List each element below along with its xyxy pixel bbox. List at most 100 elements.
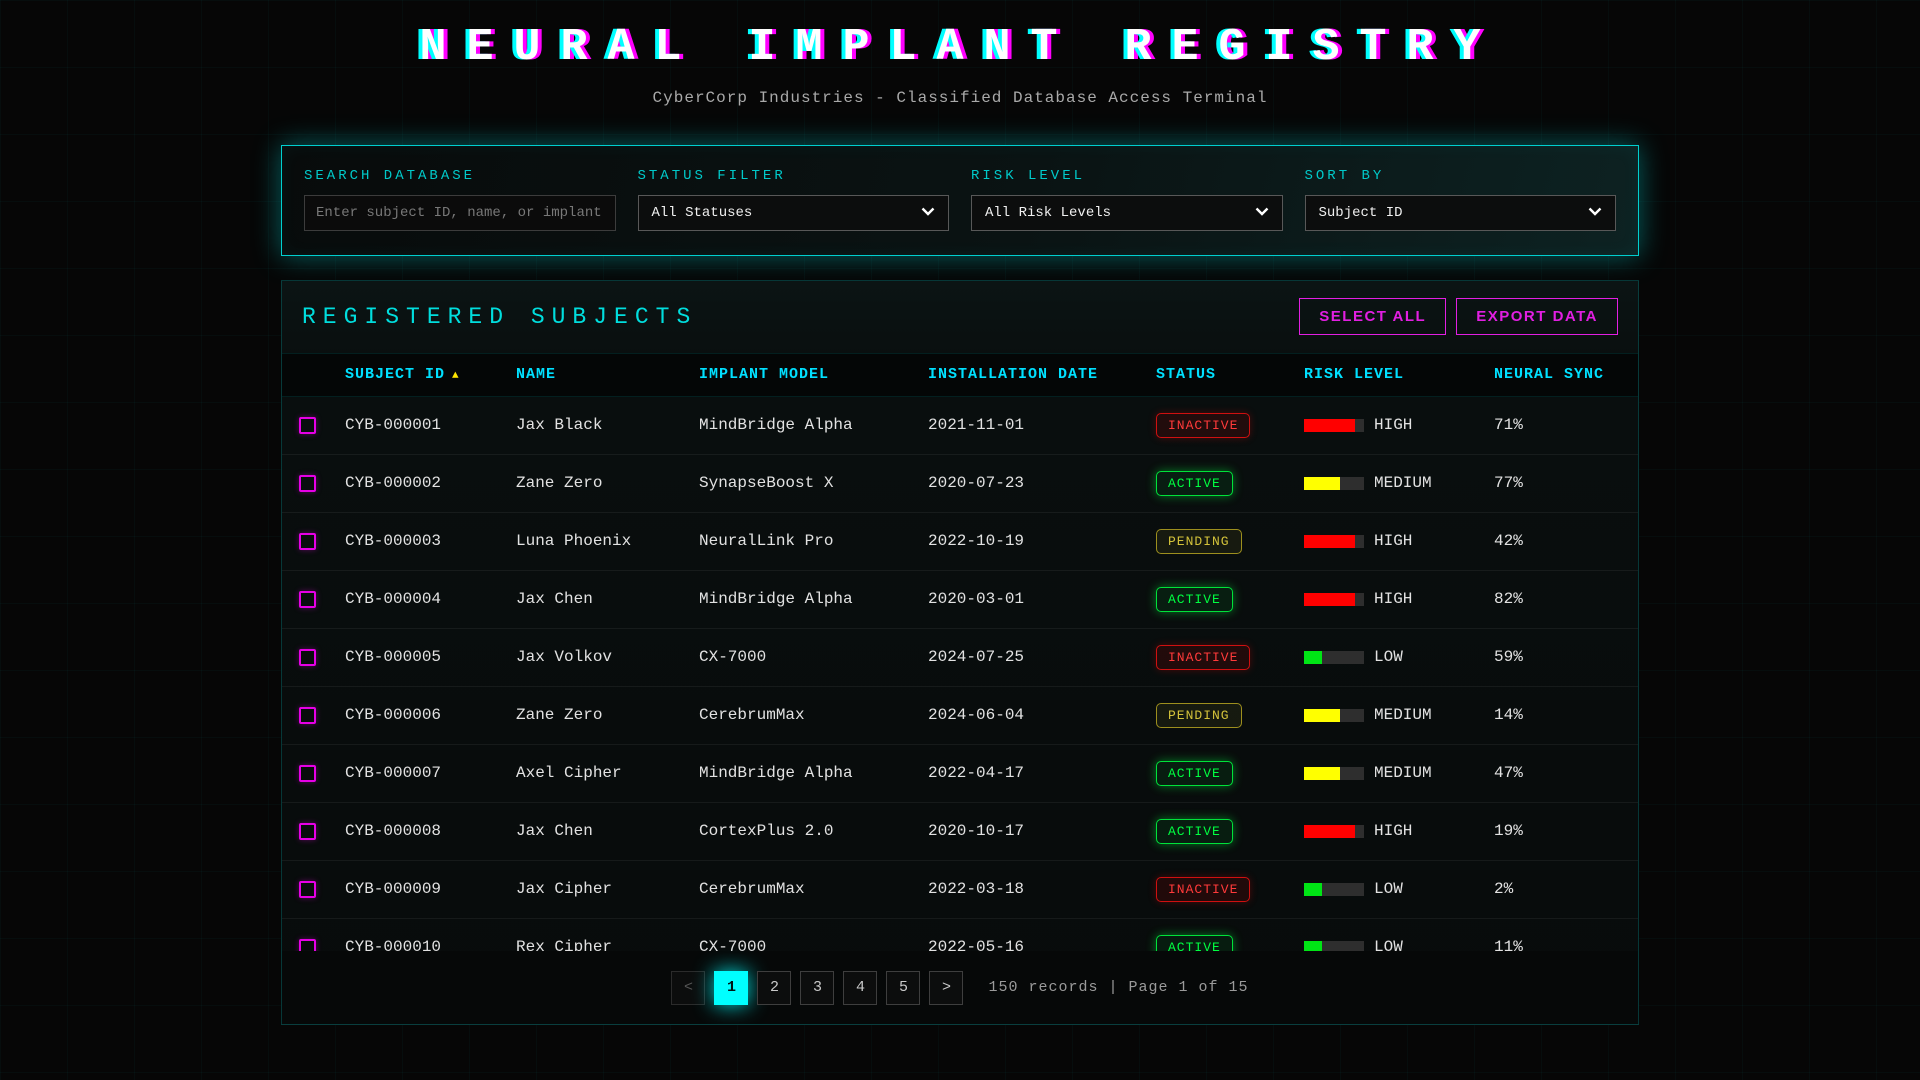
select-all-button[interactable]: SELECT ALL bbox=[1299, 298, 1446, 335]
status-badge: INACTIVE bbox=[1156, 877, 1250, 902]
page-buttons: 12345 bbox=[714, 971, 920, 1005]
cell-installation-date: 2024-06-04 bbox=[928, 706, 1156, 724]
risk-bar-fill bbox=[1304, 883, 1322, 896]
column-header-risk-level[interactable]: RISK LEVEL bbox=[1304, 366, 1494, 383]
cell-name: Jax Chen bbox=[516, 590, 699, 608]
status-filter-value: All Statuses bbox=[652, 205, 753, 221]
chevron-down-icon bbox=[1255, 205, 1269, 221]
cell-risk-level: HIGH bbox=[1304, 532, 1494, 550]
cell-implant-model: CerebrumMax bbox=[699, 880, 928, 898]
row-checkbox[interactable] bbox=[299, 939, 316, 951]
filter-panel: SEARCH DATABASE STATUS FILTER All Status… bbox=[281, 145, 1639, 256]
search-input[interactable] bbox=[304, 195, 616, 231]
row-checkbox[interactable] bbox=[299, 881, 316, 898]
cell-subject-id: CYB-000008 bbox=[345, 822, 516, 840]
prev-page-button[interactable]: < bbox=[671, 971, 705, 1005]
risk-label: MEDIUM bbox=[1374, 706, 1432, 724]
row-checkbox[interactable] bbox=[299, 533, 316, 550]
risk-filter-value: All Risk Levels bbox=[985, 205, 1111, 221]
risk-bar bbox=[1304, 419, 1364, 432]
cell-subject-id: CYB-000010 bbox=[345, 938, 516, 951]
table-body: CYB-000001 Jax Black MindBridge Alpha 20… bbox=[282, 397, 1638, 951]
cell-installation-date: 2024-07-25 bbox=[928, 648, 1156, 666]
cell-neural-sync: 42% bbox=[1494, 532, 1638, 550]
sort-value: Subject ID bbox=[1319, 205, 1403, 221]
cell-installation-date: 2021-11-01 bbox=[928, 416, 1156, 434]
risk-filter-select[interactable]: All Risk Levels bbox=[971, 195, 1283, 231]
column-header-installation-date[interactable]: INSTALLATION DATE bbox=[928, 366, 1156, 383]
cell-subject-id: CYB-000001 bbox=[345, 416, 516, 434]
column-header-neural-sync[interactable]: NEURAL SYNC bbox=[1494, 366, 1638, 383]
risk-bar-fill bbox=[1304, 651, 1322, 664]
sort-select[interactable]: Subject ID bbox=[1305, 195, 1617, 231]
cell-implant-model: CortexPlus 2.0 bbox=[699, 822, 928, 840]
row-checkbox[interactable] bbox=[299, 649, 316, 666]
risk-bar-fill bbox=[1304, 709, 1340, 722]
records-summary: 150 records | Page 1 of 15 bbox=[988, 979, 1248, 996]
search-label: SEARCH DATABASE bbox=[304, 168, 616, 184]
status-badge: ACTIVE bbox=[1156, 587, 1233, 612]
status-filter-group: STATUS FILTER All Statuses bbox=[638, 168, 950, 231]
risk-filter-group: RISK LEVEL All Risk Levels bbox=[971, 168, 1283, 231]
column-header-implant-model[interactable]: IMPLANT MODEL bbox=[699, 366, 928, 383]
cell-risk-level: LOW bbox=[1304, 880, 1494, 898]
cell-risk-level: HIGH bbox=[1304, 590, 1494, 608]
export-data-button[interactable]: EXPORT DATA bbox=[1456, 298, 1618, 335]
status-badge: ACTIVE bbox=[1156, 819, 1233, 844]
status-filter-select[interactable]: All Statuses bbox=[638, 195, 950, 231]
risk-label: HIGH bbox=[1374, 822, 1412, 840]
row-checkbox[interactable] bbox=[299, 765, 316, 782]
cell-name: Jax Chen bbox=[516, 822, 699, 840]
row-checkbox[interactable] bbox=[299, 591, 316, 608]
cell-risk-level: MEDIUM bbox=[1304, 706, 1494, 724]
risk-bar bbox=[1304, 709, 1364, 722]
risk-bar-fill bbox=[1304, 767, 1340, 780]
cell-name: Jax Black bbox=[516, 416, 699, 434]
column-header-name[interactable]: NAME bbox=[516, 366, 699, 383]
cell-subject-id: CYB-000007 bbox=[345, 764, 516, 782]
cell-installation-date: 2022-05-16 bbox=[928, 938, 1156, 951]
risk-label: HIGH bbox=[1374, 532, 1412, 550]
status-badge: INACTIVE bbox=[1156, 413, 1250, 438]
cell-implant-model: CX-7000 bbox=[699, 938, 928, 951]
cell-risk-level: MEDIUM bbox=[1304, 764, 1494, 782]
cell-installation-date: 2022-04-17 bbox=[928, 764, 1156, 782]
row-checkbox[interactable] bbox=[299, 417, 316, 434]
chevron-down-icon bbox=[921, 205, 935, 221]
page-button-4[interactable]: 4 bbox=[843, 971, 877, 1005]
page-button-3[interactable]: 3 bbox=[800, 971, 834, 1005]
status-badge: PENDING bbox=[1156, 703, 1242, 728]
risk-bar bbox=[1304, 883, 1364, 896]
cell-subject-id: CYB-000009 bbox=[345, 880, 516, 898]
cell-neural-sync: 59% bbox=[1494, 648, 1638, 666]
risk-bar bbox=[1304, 477, 1364, 490]
app-header: NEURAL IMPLANT REGISTRY CyberCorp Indust… bbox=[0, 0, 1920, 107]
table-row: CYB-000007 Axel Cipher MindBridge Alpha … bbox=[282, 745, 1638, 803]
risk-bar-fill bbox=[1304, 419, 1355, 432]
column-header-status[interactable]: STATUS bbox=[1156, 366, 1304, 383]
cell-implant-model: MindBridge Alpha bbox=[699, 764, 928, 782]
cell-implant-model: CerebrumMax bbox=[699, 706, 928, 724]
cell-subject-id: CYB-000002 bbox=[345, 474, 516, 492]
cell-name: Luna Phoenix bbox=[516, 532, 699, 550]
risk-bar-fill bbox=[1304, 941, 1322, 951]
column-header-subject-id[interactable]: SUBJECT ID▲ bbox=[345, 366, 516, 383]
status-filter-label: STATUS FILTER bbox=[638, 168, 950, 184]
row-checkbox[interactable] bbox=[299, 707, 316, 724]
cell-installation-date: 2022-03-18 bbox=[928, 880, 1156, 898]
neural-implant-registry-app: NEURAL IMPLANT REGISTRY CyberCorp Indust… bbox=[0, 0, 1920, 1080]
next-page-button[interactable]: > bbox=[929, 971, 963, 1005]
page-button-2[interactable]: 2 bbox=[757, 971, 791, 1005]
cell-neural-sync: 77% bbox=[1494, 474, 1638, 492]
status-badge: INACTIVE bbox=[1156, 645, 1250, 670]
cell-subject-id: CYB-000006 bbox=[345, 706, 516, 724]
cell-neural-sync: 11% bbox=[1494, 938, 1638, 951]
row-checkbox[interactable] bbox=[299, 475, 316, 492]
risk-label: HIGH bbox=[1374, 590, 1412, 608]
table-row: CYB-000010 Rex Cipher CX-7000 2022-05-16… bbox=[282, 919, 1638, 951]
cell-installation-date: 2020-10-17 bbox=[928, 822, 1156, 840]
page-button-5[interactable]: 5 bbox=[886, 971, 920, 1005]
page-button-1[interactable]: 1 bbox=[714, 971, 748, 1005]
table-header-row: SUBJECT ID▲ NAME IMPLANT MODEL INSTALLAT… bbox=[282, 353, 1638, 397]
row-checkbox[interactable] bbox=[299, 823, 316, 840]
